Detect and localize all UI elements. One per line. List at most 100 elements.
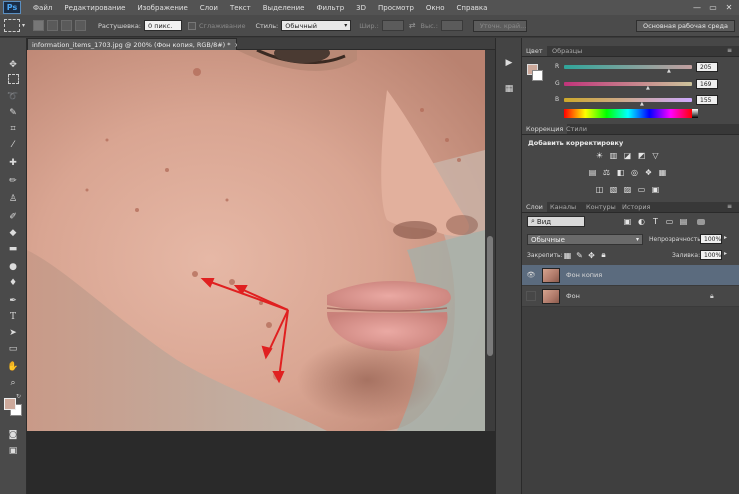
layer-name[interactable]: Фон копия (566, 271, 602, 279)
menu-type[interactable]: Текст (230, 4, 251, 12)
layer-name[interactable]: Фон (566, 292, 580, 300)
quick-select-icon[interactable]: ✎ (6, 106, 20, 119)
tab-styles[interactable]: Стили (562, 124, 591, 134)
visibility-box-icon[interactable] (526, 291, 536, 301)
foreground-color-swatch[interactable] (4, 398, 16, 410)
menu-3d[interactable]: 3D (356, 4, 366, 12)
channel-b-value[interactable]: 155 (696, 95, 718, 105)
bg-color-swatch[interactable] (532, 70, 543, 81)
black-white-icon[interactable]: ◧ (615, 167, 626, 177)
path-select-icon[interactable]: ➤ (6, 326, 20, 339)
history-brush-icon[interactable]: ✐ (6, 210, 20, 223)
layer-row[interactable]: 👁︎ Фон копия (522, 265, 739, 286)
filter-smart-icon[interactable]: ▤ (678, 216, 689, 226)
spectrum-white-black[interactable] (692, 109, 698, 118)
slider-caret[interactable]: ▲ (640, 101, 644, 107)
blend-mode-select[interactable]: Обычные ▾ (527, 234, 643, 245)
height-input[interactable] (440, 20, 463, 31)
document-tab[interactable]: information_items_1703.jpg @ 200% (Фон к… (27, 38, 240, 50)
menu-help[interactable]: Справка (457, 4, 488, 12)
menu-file[interactable]: Файл (33, 4, 52, 12)
vibrance-icon[interactable]: ▽ (650, 150, 661, 160)
lock-all-icon[interactable]: 🔒︎ (598, 250, 609, 260)
lock-transparent-icon[interactable]: ▦ (562, 250, 573, 260)
curves-icon[interactable]: ◪ (622, 150, 633, 160)
exposure-icon[interactable]: ◩ (636, 150, 647, 160)
rectangle-tool-icon[interactable]: ▭ (6, 342, 20, 355)
menu-filter[interactable]: Фильтр (316, 4, 344, 12)
add-selection-icon[interactable] (47, 20, 59, 31)
threshold-icon[interactable]: ▨ (622, 184, 633, 194)
subtract-selection-icon[interactable] (61, 20, 73, 31)
healing-brush-icon[interactable]: ✚ (6, 156, 20, 169)
marquee-tool-icon[interactable] (8, 74, 19, 84)
close-button[interactable]: ✕ (722, 2, 736, 13)
channel-mixer-icon[interactable]: ❖ (643, 167, 654, 177)
lasso-tool-icon[interactable]: ➰ (6, 90, 20, 103)
actions-icon[interactable]: ▦ (501, 82, 517, 96)
opacity-dropdown-icon[interactable]: ▸ (724, 234, 727, 241)
clone-stamp-icon[interactable]: ♙ (6, 192, 20, 205)
filter-type-icon[interactable]: T (650, 216, 661, 226)
swap-icon[interactable]: ⇄ (409, 21, 416, 30)
document-canvas[interactable] (27, 50, 485, 431)
selective-color-icon[interactable]: ▣ (650, 184, 661, 194)
width-input[interactable] (381, 20, 404, 31)
hand-tool-icon[interactable]: ✋ (6, 360, 20, 373)
tab-history[interactable]: История (618, 202, 654, 212)
filter-adjust-icon[interactable]: ◐ (636, 216, 647, 226)
workspace-button[interactable]: Основная рабочая среда (635, 19, 735, 32)
lock-pixels-icon[interactable]: ✎ (574, 250, 585, 260)
brush-tool-icon[interactable]: ✏ (6, 174, 20, 187)
style-select[interactable]: Обычный ▾ (281, 20, 352, 31)
zoom-tool-icon[interactable]: ⌕ (6, 376, 20, 389)
marquee-preset-icon[interactable] (4, 19, 20, 32)
intersect-selection-icon[interactable] (75, 20, 87, 31)
menu-image[interactable]: Изображение (137, 4, 187, 12)
color-balance-icon[interactable]: ⚖ (601, 167, 612, 177)
photo-filter-icon[interactable]: ◎ (629, 167, 640, 177)
color-lookup-icon[interactable]: ▦ (657, 167, 668, 177)
dodge-icon[interactable]: ♦ (6, 276, 20, 289)
scrollbar-thumb[interactable] (487, 236, 493, 356)
menu-select[interactable]: Выделение (263, 4, 305, 12)
screen-mode-icon[interactable]: ▣ (6, 444, 20, 457)
maximize-button[interactable]: ▭ (706, 2, 720, 13)
hue-saturation-icon[interactable]: ▤ (587, 167, 598, 177)
menu-layers[interactable]: Слои (200, 4, 218, 12)
filter-shape-icon[interactable]: ▭ (664, 216, 675, 226)
dropdown-arrow-icon[interactable]: ▾ (22, 22, 25, 29)
blur-icon[interactable]: ● (6, 260, 20, 273)
posterize-icon[interactable]: ▧ (608, 184, 619, 194)
tab-adjustments[interactable]: Коррекция (522, 124, 568, 134)
lock-position-icon[interactable]: ✥ (586, 250, 597, 260)
menu-window[interactable]: Окно (426, 4, 445, 12)
swap-colors-icon[interactable]: ↻ (16, 393, 21, 400)
tab-layers[interactable]: Слои (522, 202, 547, 212)
channel-g-slider[interactable] (564, 82, 692, 86)
eraser-icon[interactable]: ◆ (6, 226, 20, 239)
fill-dropdown-icon[interactable]: ▸ (724, 250, 727, 257)
refine-edge-button[interactable]: Уточн. край... (472, 19, 527, 32)
pen-tool-icon[interactable]: ✒ (6, 294, 20, 307)
panel-menu-icon[interactable]: ≡ (727, 47, 732, 54)
quick-mask-icon[interactable]: ◙ (6, 428, 20, 441)
move-tool-icon[interactable]: ✥ (6, 58, 20, 71)
eye-icon[interactable]: 👁︎ (526, 270, 536, 280)
panel-menu-icon[interactable]: ≡ (727, 203, 732, 210)
tab-swatches[interactable]: Образцы (548, 46, 586, 56)
play-icon[interactable]: ▶ (501, 56, 517, 70)
tab-color[interactable]: Цвет (522, 46, 547, 56)
menu-view[interactable]: Просмотр (378, 4, 414, 12)
new-selection-icon[interactable] (33, 20, 45, 31)
crop-tool-icon[interactable]: ⌗ (6, 122, 20, 135)
channel-r-value[interactable]: 205 (696, 62, 718, 72)
gradient-icon[interactable]: ▬ (6, 242, 20, 255)
opacity-input[interactable]: 100% (700, 234, 722, 244)
channel-g-value[interactable]: 169 (696, 79, 718, 89)
fill-input[interactable]: 100% (700, 250, 722, 260)
eyedropper-icon[interactable]: ⁄ (6, 138, 20, 151)
brightness-icon[interactable]: ☀ (594, 150, 605, 160)
layer-row[interactable]: Фон 🔒︎ (522, 286, 739, 307)
slider-caret[interactable]: ▲ (646, 85, 650, 91)
